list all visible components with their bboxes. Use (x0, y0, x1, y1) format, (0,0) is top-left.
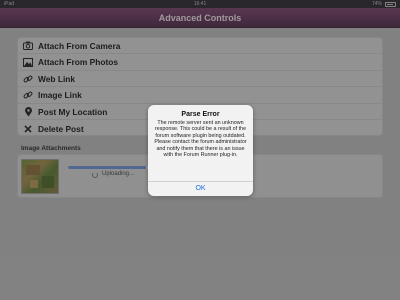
ok-button[interactable]: OK (148, 182, 253, 196)
error-alert: Parse Error The remote server sent an un… (148, 105, 253, 196)
alert-title: Parse Error (181, 111, 220, 118)
alert-message: The remote server sent an unknown respon… (154, 120, 247, 159)
